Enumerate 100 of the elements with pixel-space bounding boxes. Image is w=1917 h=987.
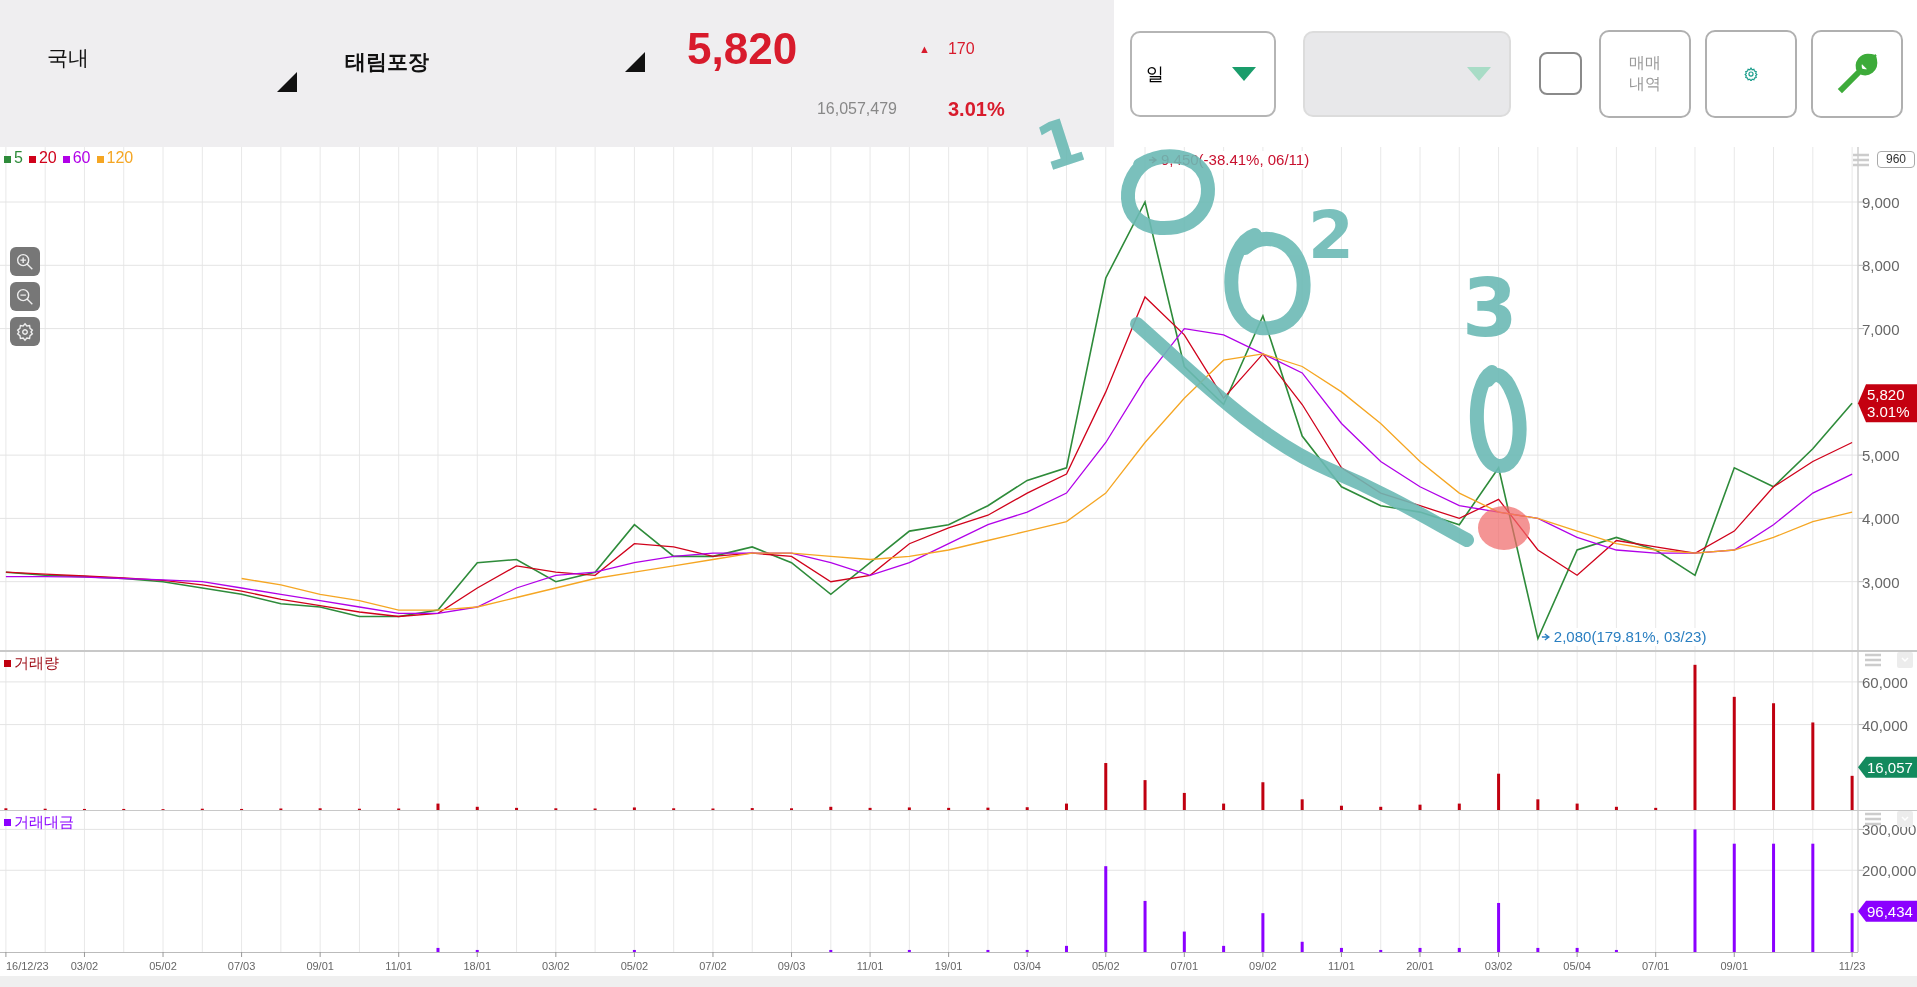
bar <box>436 803 440 810</box>
axis-label: 03/02 <box>542 960 570 972</box>
bar <box>1261 913 1265 952</box>
axis-label: 09/01 <box>306 960 334 972</box>
bar <box>1457 947 1461 952</box>
bar <box>829 949 833 952</box>
panel-title: 거래량 <box>14 654 59 673</box>
settings-icon <box>14 320 36 343</box>
bar <box>1850 913 1854 952</box>
handwritten-number: 2 <box>1308 197 1354 274</box>
trade-volume: 16,057,479 <box>815 100 897 118</box>
axis-label: 4,000 <box>1862 510 1900 528</box>
bar <box>1418 947 1422 952</box>
axis-label: 200,000 <box>1862 862 1917 880</box>
current-price: 5,820 <box>687 24 799 74</box>
bar <box>1300 799 1304 810</box>
bar <box>1850 775 1854 810</box>
axis-label: 18/01 <box>463 960 492 972</box>
handwritten-number: 1 <box>1027 102 1093 187</box>
bar <box>1222 945 1226 952</box>
zoom-in-button[interactable] <box>10 247 40 276</box>
bar <box>1339 947 1343 952</box>
bar <box>1379 949 1383 952</box>
zoom-out-button[interactable] <box>10 282 40 311</box>
axis-label: 60,000 <box>1862 673 1908 691</box>
bar <box>1143 900 1147 952</box>
bar <box>1614 949 1618 952</box>
handwritten-number: 3 <box>1462 262 1518 355</box>
axis-label: 07/02 <box>699 960 727 972</box>
tools-button[interactable] <box>1811 29 1903 118</box>
bar <box>1065 803 1068 810</box>
bar <box>1497 902 1501 952</box>
axis-label: 07/03 <box>227 960 256 972</box>
bar <box>1261 782 1265 810</box>
bar <box>1025 807 1029 810</box>
bar <box>1339 805 1343 810</box>
bar <box>1025 949 1029 952</box>
panel-title: 거래대금 <box>14 813 74 832</box>
bar <box>1536 799 1540 810</box>
axis-label: 11/01 <box>856 960 884 972</box>
tag-value: 5,820 <box>1867 386 1905 404</box>
period-dropdown[interactable]: 일 <box>1130 30 1276 117</box>
caret-icon <box>1467 66 1491 81</box>
arrow-icon <box>1541 633 1551 641</box>
axis-label: 05/02 <box>620 960 649 972</box>
bar <box>1222 803 1226 810</box>
dropdown-corner-icon[interactable] <box>277 72 297 92</box>
menu-icon[interactable] <box>1865 653 1881 667</box>
bar <box>436 947 440 952</box>
tag-value: 96,434 <box>1867 902 1913 920</box>
axis-label: 11/01 <box>1328 960 1355 972</box>
axis-label: 16/12/23 <box>5 960 49 972</box>
axis-label: 19/01 <box>934 960 963 972</box>
axis-label: 7,000 <box>1862 320 1900 338</box>
bar <box>632 949 636 952</box>
settings-button[interactable] <box>1705 29 1797 118</box>
bar <box>1418 804 1422 810</box>
axis-label: 8,000 <box>1862 257 1900 275</box>
bar <box>1457 803 1461 810</box>
menu-icon[interactable] <box>1865 812 1881 826</box>
stock-name[interactable]: 태림포장 <box>345 48 429 76</box>
bar <box>1182 792 1186 810</box>
axis-label: 20/01 <box>1406 960 1434 972</box>
period-value: 일 <box>1146 62 1164 86</box>
period-count-badge[interactable]: 960 <box>1876 151 1915 168</box>
axis-label: 03/02 <box>1484 960 1513 972</box>
dropdown-corner-icon[interactable] <box>625 52 645 72</box>
axis-label: 3,000 <box>1862 573 1900 591</box>
checkbox[interactable] <box>1539 52 1582 95</box>
annotation-label: 2,080(179.81%, 03/23) <box>1553 628 1707 645</box>
tag-value: 3.01% <box>1867 403 1910 421</box>
bar <box>1182 931 1186 952</box>
axis-label: 03/04 <box>1013 960 1041 972</box>
settings-icon <box>1744 66 1758 81</box>
bar <box>1536 947 1540 952</box>
up-arrow-mark: ▲ <box>919 43 930 55</box>
bar <box>1575 947 1579 952</box>
change-rate: 3.01% <box>947 97 1006 121</box>
axis-label: 9,000 <box>1862 194 1900 212</box>
legend-label: 120 <box>106 149 134 167</box>
axis-label: 40,000 <box>1862 716 1908 734</box>
axis-label: 5,000 <box>1862 447 1900 465</box>
bar <box>1497 773 1501 810</box>
legend-label: 60 <box>72 149 91 167</box>
axis-label: 11/01 <box>385 960 413 972</box>
axis-label: 03/02 <box>70 960 99 972</box>
settings-button[interactable] <box>10 317 40 346</box>
axis-label: 05/02 <box>1092 960 1120 972</box>
menu-icon[interactable] <box>1852 152 1869 167</box>
bar <box>986 949 990 952</box>
bar <box>1104 763 1108 810</box>
axis-label: 07/01 <box>1641 960 1670 972</box>
price-change: 170 <box>947 40 975 58</box>
axis-label: 05/02 <box>149 960 177 972</box>
axis-label: 09/01 <box>1720 960 1749 972</box>
bar <box>1065 945 1068 952</box>
axis-label: 09/02 <box>1249 960 1277 972</box>
tag-value: 16,057 <box>1867 758 1913 776</box>
bar <box>907 949 911 952</box>
market-label[interactable]: 국내 <box>47 44 89 72</box>
